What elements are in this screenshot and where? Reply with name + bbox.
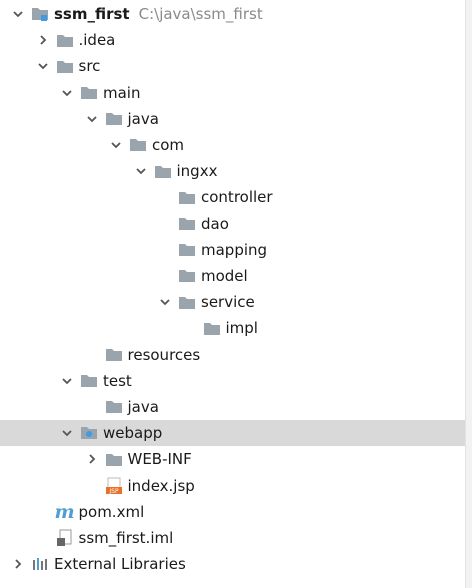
folder-icon — [104, 450, 124, 468]
tree-row-web-inf[interactable]: WEB-INF — [0, 446, 466, 472]
folder-icon — [153, 162, 173, 180]
toggle-spacer — [178, 315, 202, 341]
iml-file-icon — [55, 529, 75, 547]
tree-item-label: src — [78, 57, 101, 76]
module-folder-icon — [30, 5, 50, 23]
chevron-down-icon[interactable] — [55, 80, 79, 106]
tree-row-index-jsp[interactable]: JSP index.jsp — [0, 473, 466, 499]
chevron-down-icon[interactable] — [55, 420, 79, 446]
tree-row-resources[interactable]: resources — [0, 342, 466, 368]
tree-row-src[interactable]: src — [0, 53, 466, 79]
chevron-down-icon[interactable] — [80, 106, 104, 132]
folder-icon — [202, 319, 222, 337]
chevron-right-icon[interactable] — [31, 27, 55, 53]
tree-row-ssm-first[interactable]: ssm_first C:\java\ssm_first — [0, 1, 466, 27]
chevron-down-icon[interactable] — [129, 158, 153, 184]
tree-item-label: resources — [127, 345, 201, 364]
chevron-down-icon[interactable] — [153, 289, 177, 315]
folder-icon — [177, 293, 197, 311]
toggle-spacer — [153, 184, 177, 210]
tree-row-controller[interactable]: controller — [0, 184, 466, 210]
tree-item-label: ssm_first — [54, 4, 130, 23]
maven-icon: m — [54, 500, 75, 523]
tree-item-label: java — [127, 109, 159, 128]
tree-row-service[interactable]: service — [0, 289, 466, 315]
tree-row-mapping[interactable]: mapping — [0, 237, 466, 263]
folder-icon — [128, 136, 148, 154]
tree-item-label: WEB-INF — [127, 450, 192, 469]
folder-icon — [177, 215, 197, 233]
tree-row-ssm-first-iml[interactable]: ssm_first.iml — [0, 525, 466, 551]
tree-row-impl[interactable]: impl — [0, 315, 466, 341]
toggle-spacer — [153, 211, 177, 237]
tree-row-model[interactable]: model — [0, 263, 466, 289]
svg-text:JSP: JSP — [108, 488, 119, 495]
folder-icon — [177, 241, 197, 259]
tree-item-label: External Libraries — [54, 555, 186, 574]
chevron-down-icon[interactable] — [104, 132, 128, 158]
tree-item-label: controller — [201, 188, 273, 207]
toggle-spacer — [80, 473, 104, 499]
tree-item-label: mapping — [201, 240, 268, 259]
folder-icon — [104, 346, 124, 364]
tree-row-com[interactable]: com — [0, 132, 466, 158]
folder-icon — [79, 84, 99, 102]
jsp-file-icon: JSP — [104, 477, 124, 495]
folder-icon — [177, 188, 197, 206]
tree-item-label: service — [201, 293, 255, 312]
folder-icon — [104, 398, 124, 416]
folder-icon — [55, 57, 75, 75]
tree-item-label: impl — [225, 319, 258, 338]
chevron-right-icon[interactable] — [80, 446, 104, 472]
toggle-spacer — [31, 525, 55, 551]
tree-row-ingxx[interactable]: ingxx — [0, 158, 466, 184]
folder-icon — [79, 372, 99, 390]
tree-item-label: webapp — [103, 424, 163, 443]
tree-row-java[interactable]: java — [0, 394, 466, 420]
tree-row-test[interactable]: test — [0, 368, 466, 394]
tree-item-label: ingxx — [176, 162, 218, 181]
chevron-down-icon[interactable] — [31, 53, 55, 79]
tree-item-label: java — [127, 397, 159, 416]
tree-item-label: pom.xml — [78, 502, 145, 521]
libraries-icon — [30, 555, 50, 573]
toggle-spacer — [153, 237, 177, 263]
chevron-right-icon[interactable] — [6, 551, 30, 577]
tree-item-label: ssm_first.iml — [78, 528, 174, 547]
tree-item-label: dao — [201, 214, 229, 233]
folder-icon — [104, 110, 124, 128]
tree-item-label: .idea — [78, 31, 116, 50]
web-folder-icon — [79, 424, 99, 442]
tree-item-label: index.jsp — [127, 476, 195, 495]
tree-item-label: model — [201, 266, 248, 285]
project-path: C:\java\ssm_first — [138, 4, 263, 23]
chevron-down-icon[interactable] — [55, 368, 79, 394]
toggle-spacer — [31, 499, 55, 525]
tree-item-label: test — [103, 371, 132, 390]
toggle-spacer — [80, 342, 104, 368]
toggle-spacer — [153, 263, 177, 289]
tree-row-java[interactable]: java — [0, 106, 466, 132]
project-tree: ssm_first C:\java\ssm_first .idea src main ja… — [0, 0, 466, 588]
tree-row-main[interactable]: main — [0, 80, 466, 106]
tree-row-dao[interactable]: dao — [0, 211, 466, 237]
tree-row-webapp[interactable]: webapp — [0, 420, 466, 447]
folder-icon — [55, 31, 75, 49]
tree-row--idea[interactable]: .idea — [0, 27, 466, 53]
folder-icon — [177, 267, 197, 285]
vertical-scrollbar[interactable] — [465, 0, 472, 588]
tree-row-pom-xml[interactable]: m pom.xml — [0, 499, 466, 525]
tree-item-label: main — [103, 83, 141, 102]
tree-item-label: com — [152, 135, 185, 154]
tree-row-external-libraries[interactable]: External Libraries — [0, 551, 466, 577]
toggle-spacer — [80, 394, 104, 420]
chevron-down-icon[interactable] — [6, 1, 30, 27]
